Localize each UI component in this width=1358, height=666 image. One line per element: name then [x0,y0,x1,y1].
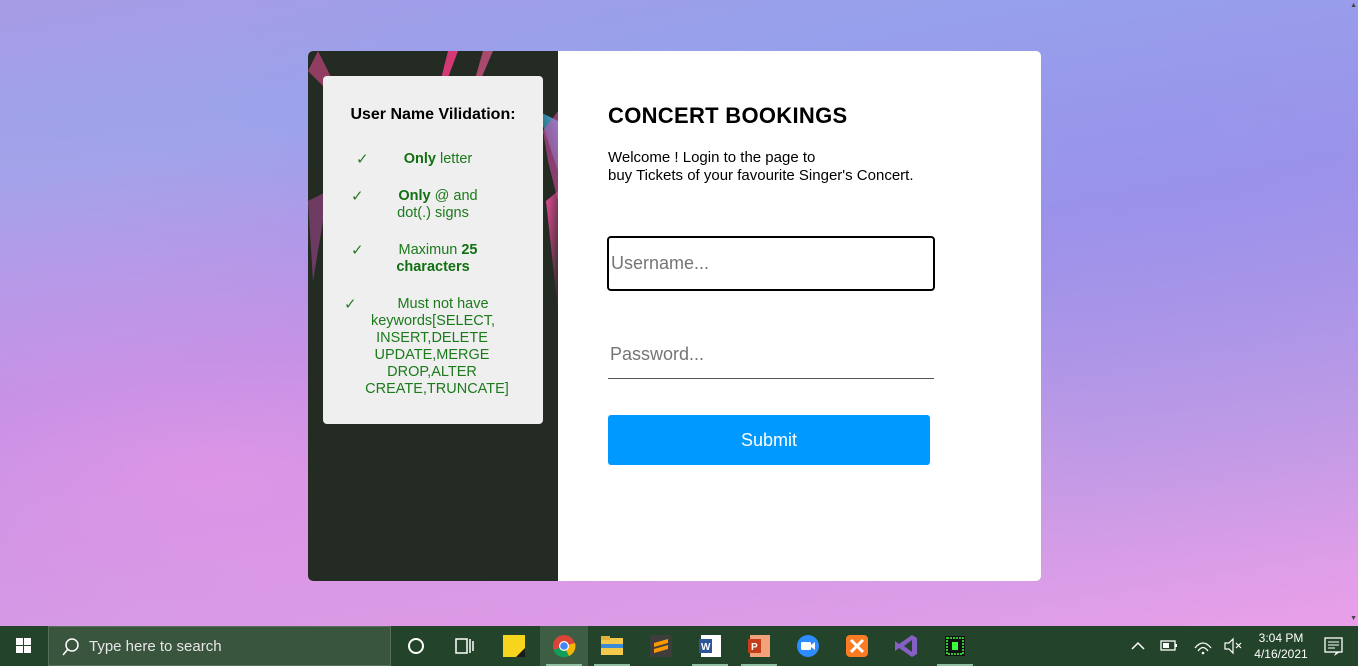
rule-text-line2: dot(.) signs [397,205,469,221]
rule-text: Maximun [398,242,462,258]
welcome-line-1: Welcome ! Login to the page to [608,149,816,166]
chrome-icon[interactable] [540,626,588,666]
card-left-panel: User Name Vilidation: ✓ Only letter ✓ On… [308,51,558,581]
terminal-app-icon[interactable] [931,626,979,666]
page-title: CONCERT BOOKINGS [608,103,848,128]
rule-text-line5: DROP,ALTER [387,364,477,380]
rule-bold-text: 25 [461,242,478,258]
wifi-icon[interactable] [1192,626,1214,666]
rules-title: User Name Vilidation: [350,106,516,123]
taskbar-clock[interactable]: 3:04 PM 4/16/2021 [1248,630,1314,662]
visual-studio-icon[interactable] [882,626,930,666]
search-placeholder: Type here to search [89,638,222,655]
windows-logo-icon [16,638,31,653]
check-icon: ✓ [351,242,364,259]
sticky-notes-icon[interactable] [490,626,538,666]
svg-text:W: W [701,642,711,653]
scroll-up-arrow-icon[interactable]: ▲ [1350,2,1357,9]
rule-text-line2: keywords[SELECT, [370,313,496,329]
welcome-line-2: buy Tickets of your favourite Singer's C… [608,167,914,184]
rule-bold-text: Only [398,188,431,204]
file-explorer-icon[interactable] [588,626,636,666]
rule-only-at-dot: Only @ and dot(.) signs [378,188,498,222]
xampp-icon[interactable] [833,626,881,666]
check-icon: ✓ [351,188,364,205]
rule-only-letter: Only letter [383,151,493,168]
show-hidden-icons-chevron-icon[interactable] [1128,626,1148,666]
powerpoint-icon[interactable]: P [735,626,783,666]
scroll-down-arrow-icon[interactable]: ▼ [1350,615,1357,622]
rule-no-keywords: Must not have keywords[SELECT, INSERT,DE… [363,296,513,398]
rule-bold-line2: characters [396,259,470,275]
notifications-icon[interactable] [1322,626,1346,666]
welcome-text: Welcome ! Login to the page to buy Ticke… [608,149,914,185]
sublime-text-icon[interactable] [637,626,685,666]
volume-muted-icon[interactable] [1222,626,1244,666]
battery-icon[interactable] [1158,626,1180,666]
check-icon: ✓ [356,151,369,168]
submit-button[interactable]: Submit [608,415,930,465]
word-icon[interactable]: W [686,626,734,666]
zoom-icon[interactable] [784,626,832,666]
page-scrollbar[interactable]: ▲ ▼ [1350,0,1358,626]
rule-text: letter [435,151,473,167]
windows-taskbar: Type here to search W P 3:04 PM 4/16/202… [0,626,1358,666]
rule-text: @ and [430,188,478,204]
start-button[interactable] [0,626,48,666]
cortana-icon[interactable] [392,626,440,666]
login-card: User Name Vilidation: ✓ Only letter ✓ On… [308,51,1041,581]
rule-text-line3: INSERT,DELETE [376,330,488,346]
username-input[interactable] [607,236,935,291]
taskbar-search[interactable]: Type here to search [48,626,391,666]
svg-text:P: P [751,642,758,653]
clock-time: 3:04 PM [1258,631,1304,645]
login-form-panel: CONCERT BOOKINGS Welcome ! Login to the … [558,51,1041,581]
task-view-icon[interactable] [440,626,488,666]
rule-text-line4: UPDATE,MERGE [374,347,490,363]
password-input[interactable] [608,331,934,379]
username-validation-rules: User Name Vilidation: ✓ Only letter ✓ On… [323,76,543,424]
search-icon [62,638,79,656]
rule-bold-text: Only [403,151,436,167]
rule-text: Must not have [397,296,489,312]
check-icon: ✓ [344,296,357,313]
rule-text-line6: CREATE,TRUNCATE] [365,381,509,397]
clock-date: 4/16/2021 [1254,647,1308,661]
rule-max-chars: Maximun 25 characters [378,242,498,276]
